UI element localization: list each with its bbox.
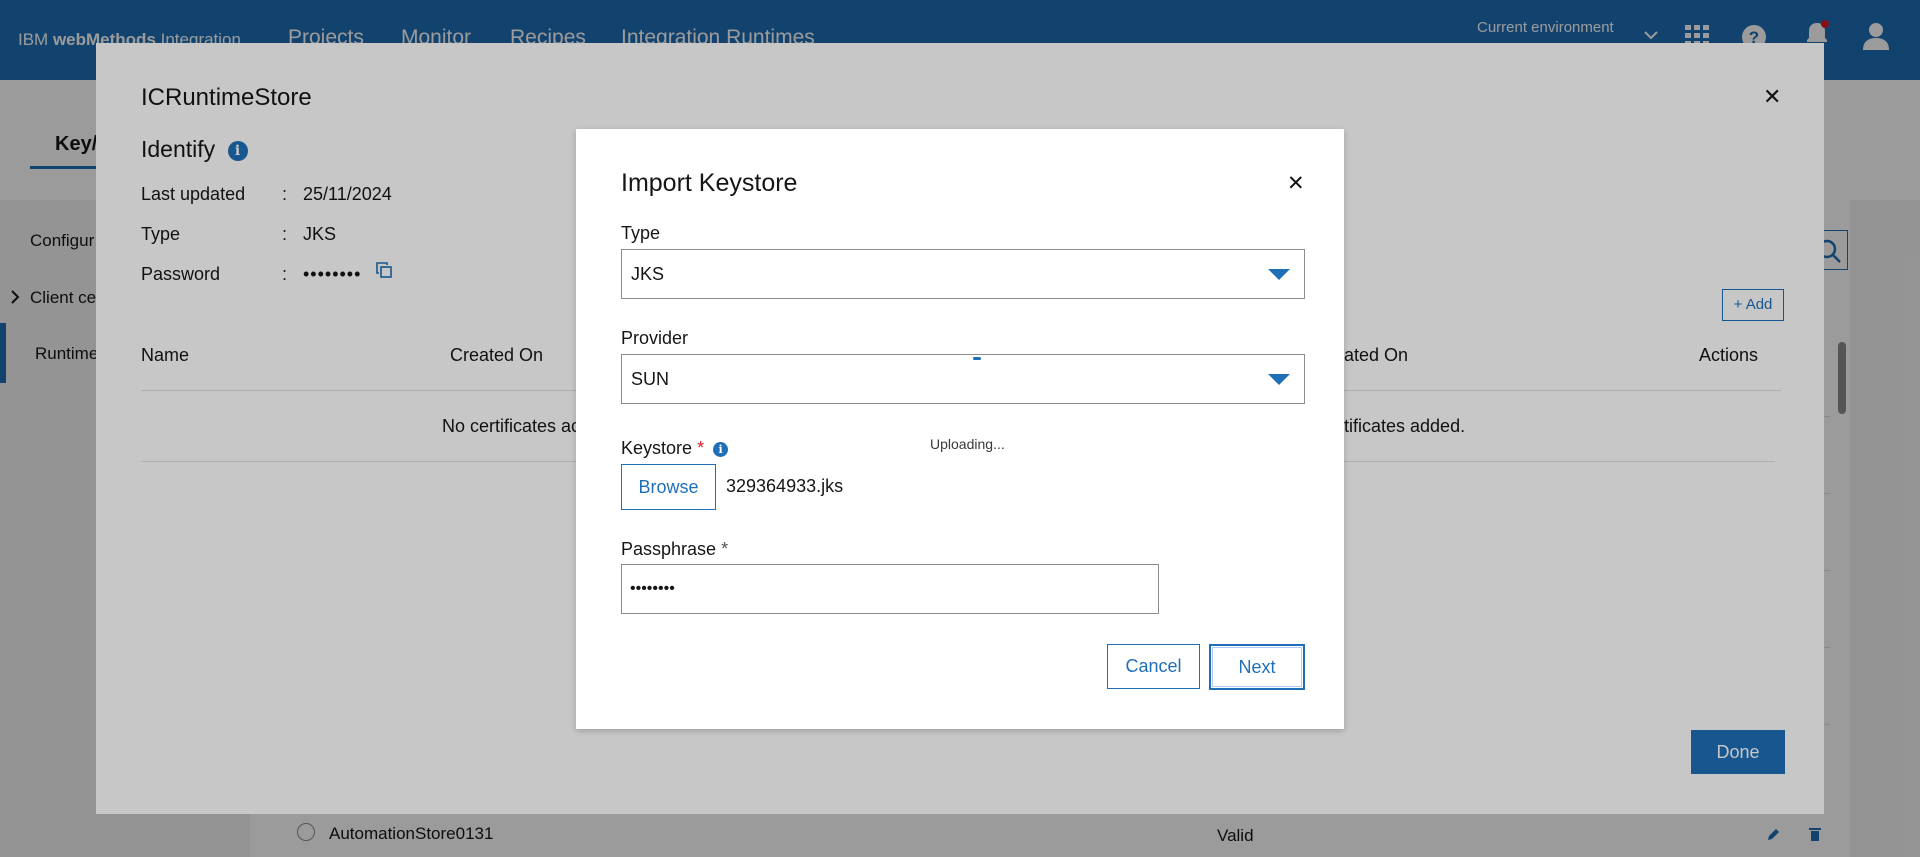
type-select-value: JKS bbox=[631, 264, 665, 284]
required-indicator: * bbox=[721, 539, 729, 559]
required-indicator: * bbox=[697, 438, 705, 458]
keystore-label: Keystore bbox=[621, 438, 693, 458]
type-label: Type bbox=[621, 223, 661, 243]
passphrase-label: Passphrase bbox=[621, 539, 717, 559]
caret-down-icon bbox=[1268, 269, 1290, 280]
keystore-label-group: Keystore * i bbox=[621, 438, 729, 459]
close-icon[interactable]: ✕ bbox=[1287, 171, 1305, 196]
caret-down-icon bbox=[1268, 374, 1290, 385]
browse-button[interactable]: Browse bbox=[621, 464, 716, 510]
next-button[interactable]: Next bbox=[1209, 644, 1305, 690]
provider-label: Provider bbox=[621, 328, 689, 348]
upload-status-text: Uploading... bbox=[930, 436, 1005, 452]
provider-select-value: SUN bbox=[631, 369, 670, 389]
cancel-button[interactable]: Cancel bbox=[1107, 644, 1200, 689]
modal-title: Import Keystore bbox=[621, 169, 798, 197]
info-icon[interactable]: i bbox=[713, 442, 729, 457]
passphrase-label-group: Passphrase * bbox=[621, 539, 728, 560]
loading-spinner-icon bbox=[973, 357, 981, 360]
passphrase-field[interactable]: •••••••• bbox=[621, 564, 1159, 614]
import-keystore-modal: Import Keystore ✕ Type JKS Provider SUN … bbox=[576, 129, 1344, 729]
provider-select[interactable]: SUN bbox=[621, 354, 1305, 404]
passphrase-value: •••••••• bbox=[630, 580, 675, 597]
selected-file-name: 329364933.jks bbox=[726, 476, 844, 496]
type-select[interactable]: JKS bbox=[621, 249, 1305, 299]
